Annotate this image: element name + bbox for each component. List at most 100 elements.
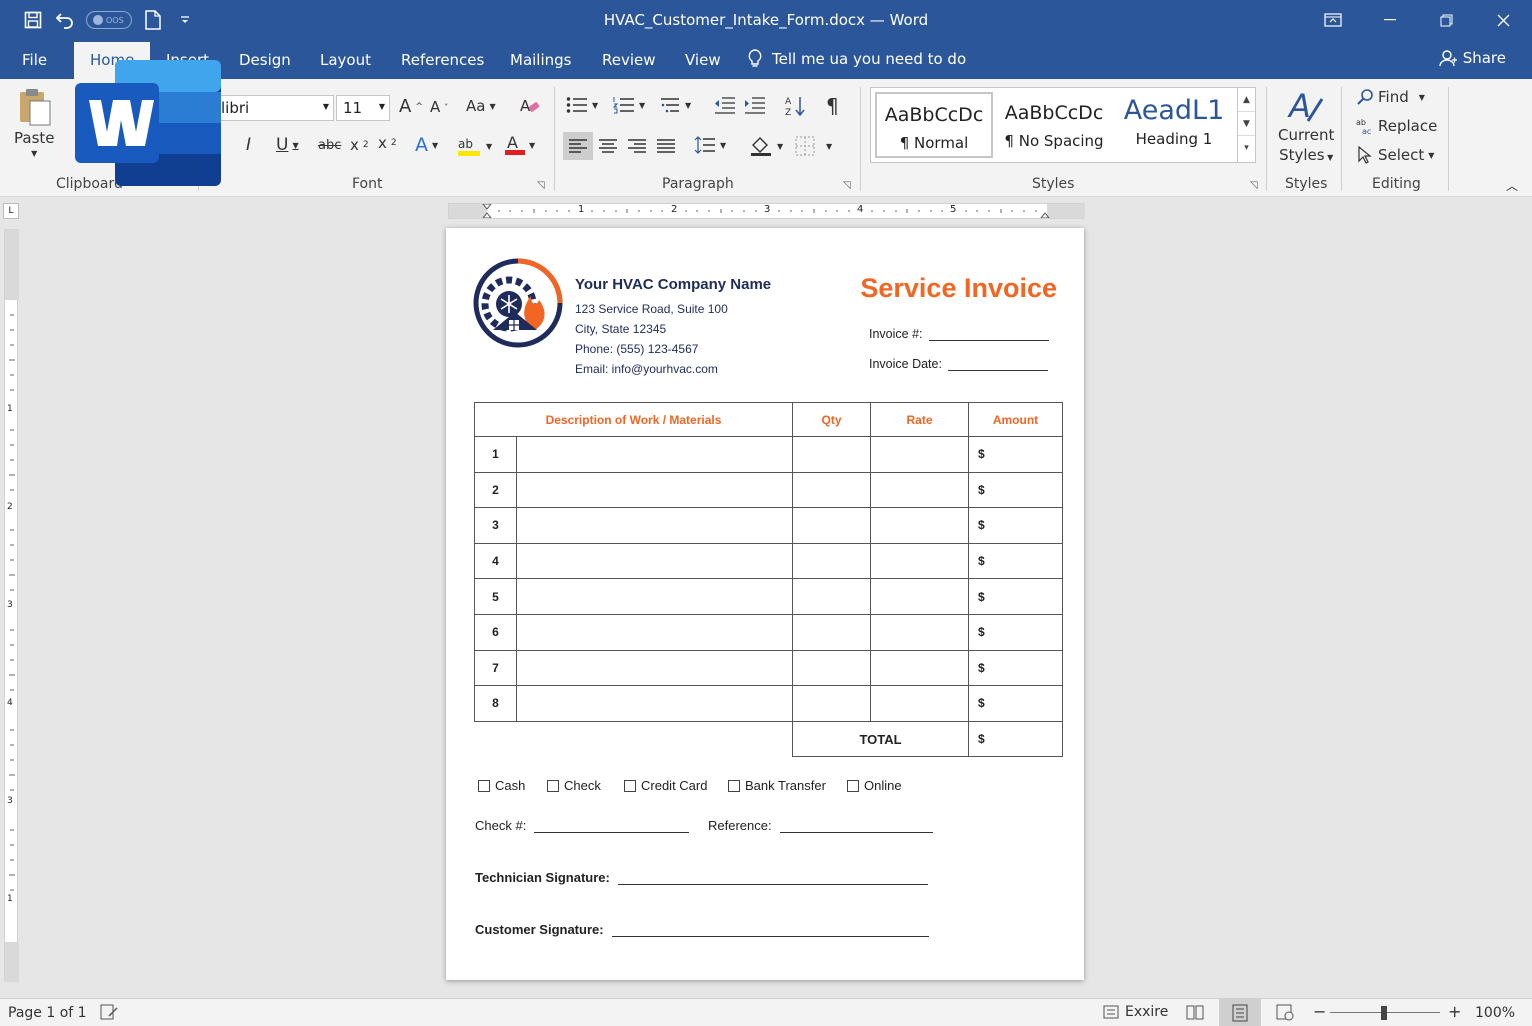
table-row[interactable]: 5 $ <box>474 578 1063 615</box>
font-family-select[interactable]: libri ▼ <box>214 95 334 121</box>
reference-line[interactable] <box>779 821 933 833</box>
qty-cell[interactable] <box>792 471 871 509</box>
minimize-icon[interactable] <box>1361 0 1418 40</box>
style-no-spacing[interactable]: AaBbCcDc ¶ No Spacing <box>995 92 1113 158</box>
zoom-slider-thumb[interactable] <box>1381 1006 1387 1020</box>
description-cell[interactable] <box>516 436 793 473</box>
description-cell[interactable] <box>516 649 793 687</box>
payment-option-bank-transfer[interactable]: Bank Transfer <box>728 778 826 793</box>
align-left-icon[interactable] <box>563 132 593 160</box>
replace-button[interactable]: ab ac Replace <box>1356 117 1437 135</box>
read-mode-icon[interactable] <box>1186 1003 1204 1021</box>
align-right-icon[interactable] <box>627 138 647 154</box>
collapse-ribbon-icon[interactable]: ︿ <box>1506 177 1518 194</box>
customer-signature-field[interactable]: Customer Signature: <box>475 922 929 937</box>
numbering-icon[interactable]: ▼ <box>613 96 645 114</box>
table-row[interactable]: 1 $ <box>474 436 1063 473</box>
qty-cell[interactable] <box>792 649 871 687</box>
style-heading-1[interactable]: AeadL1 Heading 1 <box>1115 92 1233 158</box>
ribbon-display-options-icon[interactable] <box>1304 0 1361 40</box>
shading-icon[interactable]: ▼ <box>749 135 783 157</box>
checkbox[interactable] <box>728 779 740 792</box>
strikethrough-icon[interactable]: abc <box>318 138 341 153</box>
rate-cell[interactable] <box>870 685 969 722</box>
reference-field[interactable]: Reference: <box>708 818 933 833</box>
qty-cell[interactable] <box>792 613 871 651</box>
checkbox[interactable] <box>478 779 490 792</box>
current-styles-button[interactable]: A Current Styles ▼ <box>1278 87 1334 168</box>
invoice-number-field[interactable]: Invoice #: <box>869 327 1049 341</box>
description-cell[interactable] <box>516 507 793 544</box>
zoom-level[interactable]: 100% <box>1475 1005 1515 1021</box>
bullets-icon[interactable]: ▼ <box>566 96 598 114</box>
grow-font-icon[interactable]: A ^ <box>399 96 423 117</box>
table-row[interactable]: 4 $ <box>474 542 1063 580</box>
qty-cell[interactable] <box>792 578 871 615</box>
checkbox[interactable] <box>624 779 636 792</box>
tab-mailings[interactable]: Mailings <box>510 51 571 69</box>
payment-option-cash[interactable]: Cash <box>478 778 525 793</box>
amount-cell[interactable]: $ <box>968 613 1063 651</box>
web-layout-icon[interactable] <box>1276 1003 1294 1021</box>
description-cell[interactable] <box>516 542 793 580</box>
paste-dropdown-icon[interactable]: ▼ <box>31 149 37 158</box>
styles-dialog-launcher-icon[interactable]: ◹ <box>1250 180 1258 191</box>
invoice-date-field[interactable]: Invoice Date: <box>869 357 1048 371</box>
tab-layout[interactable]: Layout <box>320 51 371 69</box>
zoom-out-icon[interactable]: − <box>1313 1002 1326 1021</box>
description-cell[interactable] <box>516 471 793 509</box>
rate-cell[interactable] <box>870 613 969 651</box>
amount-cell[interactable]: $ <box>968 507 1063 544</box>
rate-cell[interactable] <box>870 649 969 687</box>
rate-cell[interactable] <box>870 578 969 615</box>
description-cell[interactable] <box>516 613 793 651</box>
gallery-up-icon[interactable]: ▲ <box>1238 88 1255 112</box>
qty-cell[interactable] <box>792 507 871 544</box>
table-row[interactable]: 8 $ <box>474 685 1063 722</box>
multilevel-list-icon[interactable]: ▼ <box>659 96 691 114</box>
paragraph-dialog-launcher-icon[interactable]: ◹ <box>843 180 851 191</box>
font-size-select[interactable]: 11 ▼ <box>336 95 390 121</box>
invoice-date-line[interactable] <box>947 359 1048 371</box>
share-button[interactable]: Share <box>1439 49 1506 67</box>
customer-signature-line[interactable] <box>611 925 929 937</box>
print-layout-icon[interactable] <box>1219 999 1261 1026</box>
tab-file[interactable]: File <box>22 51 47 69</box>
justify-icon[interactable] <box>656 138 676 154</box>
check-number-line[interactable] <box>534 821 690 833</box>
restore-icon[interactable] <box>1418 0 1475 40</box>
focus-button[interactable]: Exxire <box>1102 1004 1168 1020</box>
vertical-ruler[interactable]: 1 2 3 4 3 1 <box>4 229 19 982</box>
text-effects-icon[interactable]: A ▼ <box>415 134 438 156</box>
amount-cell[interactable]: $ <box>968 685 1063 722</box>
amount-cell[interactable]: $ <box>968 436 1063 473</box>
style-normal[interactable]: AaBbCcDc ¶ Normal <box>875 92 993 158</box>
underline-icon[interactable]: U ▼ <box>276 135 299 155</box>
shrink-font-icon[interactable]: A ˅ <box>430 98 448 116</box>
payment-option-online[interactable]: Online <box>847 778 902 793</box>
increase-indent-icon[interactable] <box>744 96 766 114</box>
tab-design[interactable]: Design <box>239 51 291 69</box>
invoice-number-line[interactable] <box>928 329 1049 341</box>
qty-cell[interactable] <box>792 436 871 473</box>
rate-cell[interactable] <box>870 471 969 509</box>
qty-cell[interactable] <box>792 542 871 580</box>
show-formatting-marks-icon[interactable]: ¶ <box>826 94 839 118</box>
clear-formatting-icon[interactable]: A <box>519 95 541 117</box>
italic-icon[interactable]: I <box>246 135 251 155</box>
table-row[interactable]: 6 $ <box>474 613 1063 651</box>
close-icon[interactable] <box>1475 0 1532 40</box>
subscript-icon[interactable]: x2 <box>350 136 369 154</box>
rate-cell[interactable] <box>870 542 969 580</box>
payment-option-credit-card[interactable]: Credit Card <box>624 778 707 793</box>
total-amount-cell[interactable]: $ <box>968 720 1063 758</box>
checkbox[interactable] <box>847 779 859 792</box>
rate-cell[interactable] <box>870 436 969 473</box>
description-cell[interactable] <box>516 685 793 722</box>
find-button[interactable]: Find ▼ <box>1356 88 1425 106</box>
tab-review[interactable]: Review <box>602 51 656 69</box>
description-cell[interactable] <box>516 578 793 615</box>
zoom-in-icon[interactable]: + <box>1448 1002 1461 1021</box>
page-count[interactable]: Page 1 of 1 <box>8 1005 87 1021</box>
gallery-down-icon[interactable]: ▼ <box>1238 112 1255 136</box>
